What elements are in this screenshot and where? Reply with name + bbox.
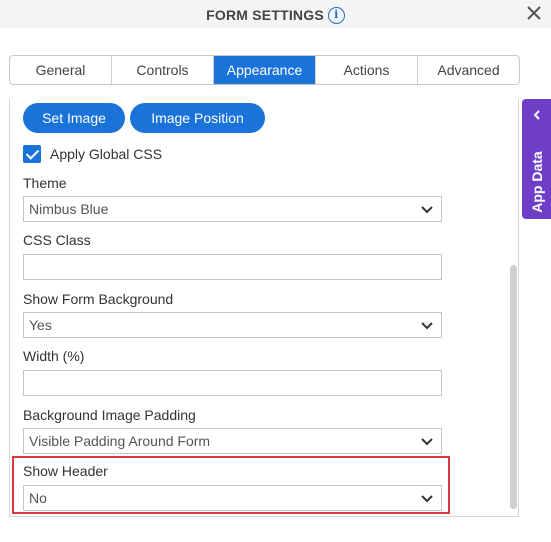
chevron-left-icon [533, 110, 540, 120]
apply-global-css-row: Apply Global CSS [23, 144, 162, 164]
scrollbar[interactable] [508, 99, 518, 516]
chevron-down-icon [421, 322, 433, 330]
chevron-down-icon [421, 438, 433, 446]
background-image-padding-select[interactable]: Visible Padding Around Form [23, 428, 442, 454]
css-class-input[interactable] [23, 254, 442, 280]
show-header-value: No [29, 490, 47, 506]
theme-select[interactable]: Nimbus Blue [23, 196, 442, 222]
show-form-background-select[interactable]: Yes [23, 312, 442, 338]
set-image-button[interactable]: Set Image [23, 103, 125, 133]
close-icon[interactable] [524, 3, 544, 23]
background-image-padding-value: Visible Padding Around Form [29, 433, 211, 449]
show-form-background-value: Yes [29, 317, 52, 333]
tab-bar: General Controls Appearance Actions Adva… [9, 55, 520, 85]
app-data-panel-toggle[interactable]: App Data [522, 99, 551, 219]
scrollbar-thumb[interactable] [510, 265, 517, 509]
background-image-padding-label: Background Image Padding [23, 407, 196, 423]
dialog-header: FORM SETTINGS i [0, 0, 551, 28]
show-form-background-label: Show Form Background [23, 291, 174, 307]
image-position-button[interactable]: Image Position [130, 103, 265, 133]
theme-label: Theme [23, 175, 67, 191]
dialog-title-text: FORM SETTINGS [206, 7, 324, 24]
apply-global-css-label: Apply Global CSS [50, 146, 163, 162]
app-data-label: App Data [529, 151, 545, 213]
theme-value: Nimbus Blue [29, 201, 109, 217]
tab-advanced[interactable]: Advanced [418, 56, 519, 84]
width-label: Width (%) [23, 348, 85, 364]
dialog-title: FORM SETTINGS i [0, 6, 551, 24]
info-icon[interactable]: i [327, 6, 345, 24]
chevron-down-icon [421, 495, 433, 503]
css-class-label: CSS Class [23, 232, 91, 248]
appearance-panel: Set Image Image Position Apply Global CS… [9, 99, 519, 517]
show-header-label: Show Header [23, 463, 108, 479]
width-input[interactable] [23, 370, 442, 396]
apply-global-css-checkbox[interactable] [23, 145, 41, 163]
tab-appearance[interactable]: Appearance [214, 56, 316, 84]
chevron-down-icon [421, 206, 433, 214]
tab-general[interactable]: General [10, 56, 112, 84]
tab-actions[interactable]: Actions [316, 56, 418, 84]
show-header-select[interactable]: No [23, 485, 442, 511]
tab-controls[interactable]: Controls [112, 56, 214, 84]
